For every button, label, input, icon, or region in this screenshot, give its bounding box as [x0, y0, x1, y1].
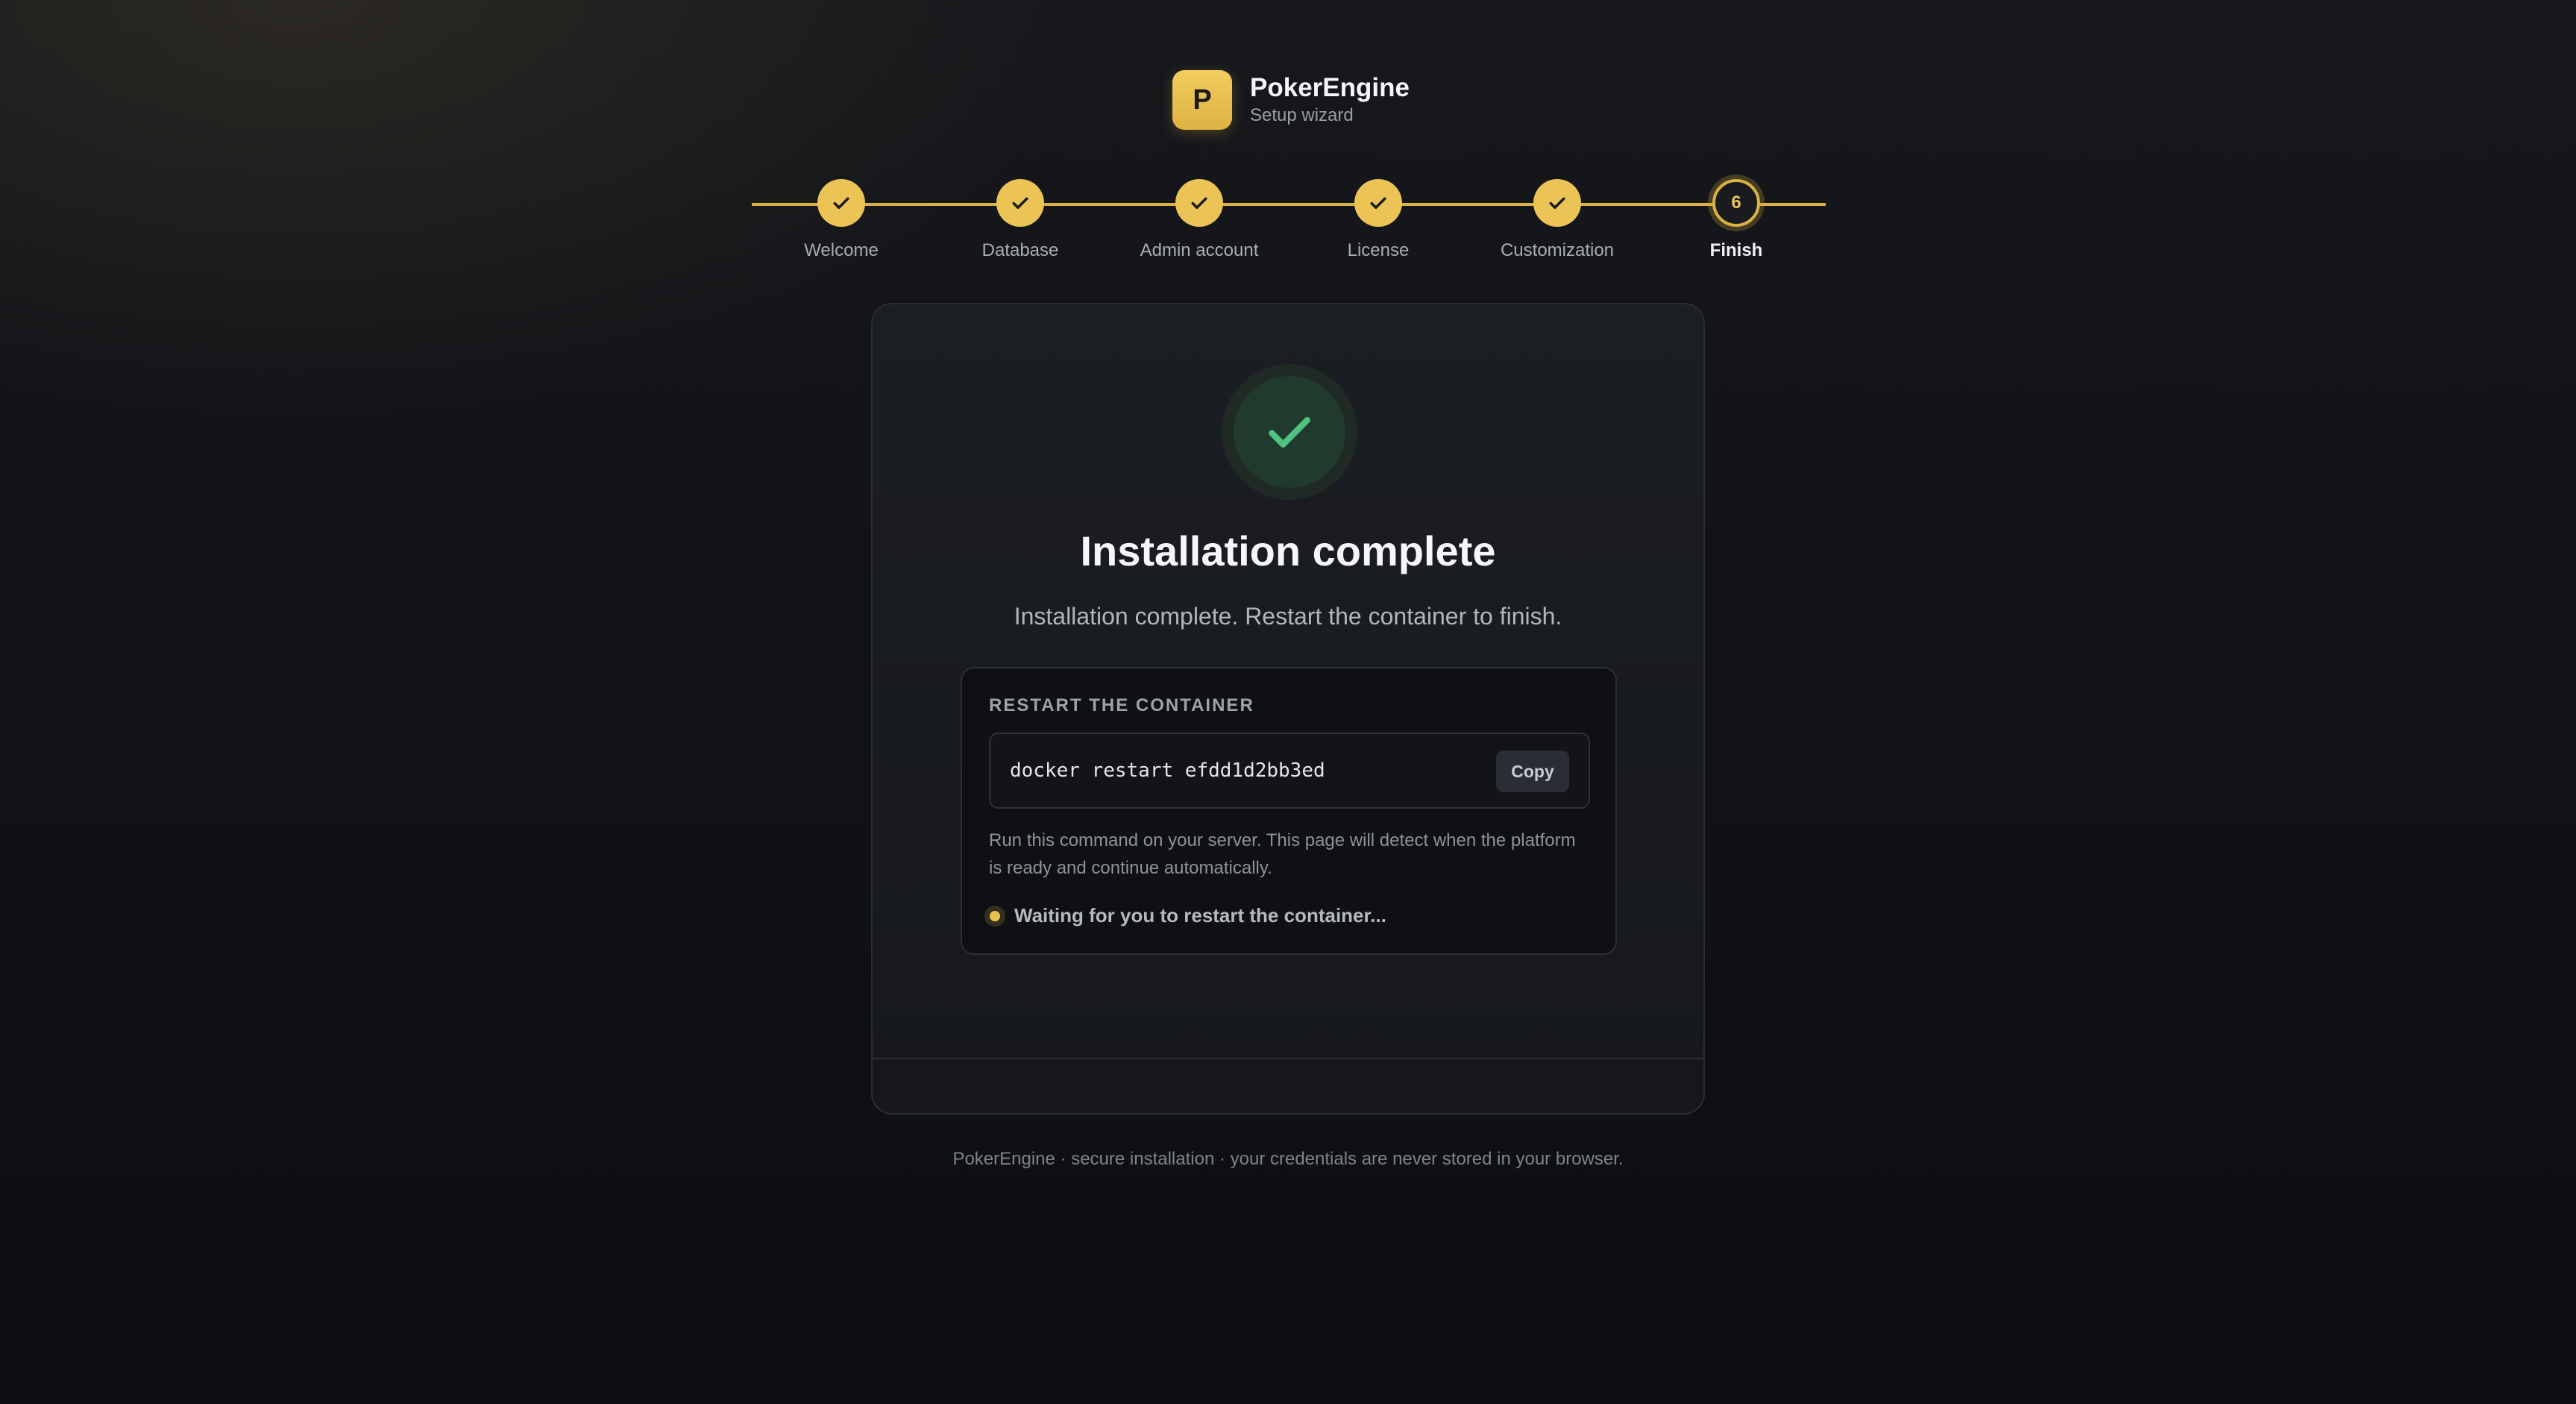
completion-card: Installation complete Installation compl… — [871, 303, 1705, 1115]
step-welcome: Welcome — [752, 179, 931, 261]
restart-panel: RESTART THE CONTAINER docker restart efd… — [961, 667, 1617, 955]
command-text[interactable]: docker restart efdd1d2bb3ed — [1010, 759, 1325, 782]
check-icon — [817, 179, 865, 227]
brand-header: P PokerEngine Setup wizard — [1172, 70, 1410, 130]
copy-button[interactable]: Copy — [1496, 750, 1569, 792]
check-icon — [1354, 179, 1402, 227]
check-icon — [996, 179, 1044, 227]
step-label: Customization — [1500, 240, 1615, 260]
step-number: 6 — [1712, 179, 1760, 227]
step-license: License — [1289, 179, 1468, 261]
card-footer — [873, 1058, 1703, 1113]
step-label: Finish — [1709, 240, 1763, 260]
status-indicator: Waiting for you to restart the container… — [984, 904, 1386, 927]
command-box: docker restart efdd1d2bb3ed Copy — [989, 733, 1590, 809]
brand-text: PokerEngine Setup wizard — [1250, 72, 1410, 128]
status-text: Waiting for you to restart the container… — [1014, 904, 1386, 927]
step-admin-account: Admin account — [1110, 179, 1289, 261]
brand-subtitle: Setup wizard — [1250, 105, 1354, 125]
wizard-stepper: Welcome Database Admin account License C… — [752, 179, 1826, 269]
step-customization: Customization — [1468, 179, 1647, 261]
step-finish: 6 Finish — [1647, 179, 1826, 261]
success-badge — [1222, 364, 1357, 500]
status-dot-icon — [984, 905, 1005, 927]
check-circle-icon — [1234, 376, 1345, 488]
page-title: Installation complete — [1080, 527, 1496, 574]
step-label: Database — [981, 240, 1059, 260]
page-footer: PokerEngine · secure installation · your… — [952, 1149, 1624, 1169]
step-label: License — [1347, 240, 1410, 260]
page-subtitle: Installation complete. Restart the conta… — [1014, 603, 1562, 630]
brand-logo: P — [1172, 70, 1232, 130]
help-text: Run this command on your server. This pa… — [989, 830, 1576, 878]
check-icon — [1533, 179, 1581, 227]
step-database: Database — [931, 179, 1110, 261]
panel-heading: RESTART THE CONTAINER — [989, 695, 1254, 715]
step-label: Admin account — [1140, 240, 1259, 260]
brand-name: PokerEngine — [1250, 73, 1410, 102]
step-label: Welcome — [804, 240, 879, 260]
check-icon — [1175, 179, 1223, 227]
